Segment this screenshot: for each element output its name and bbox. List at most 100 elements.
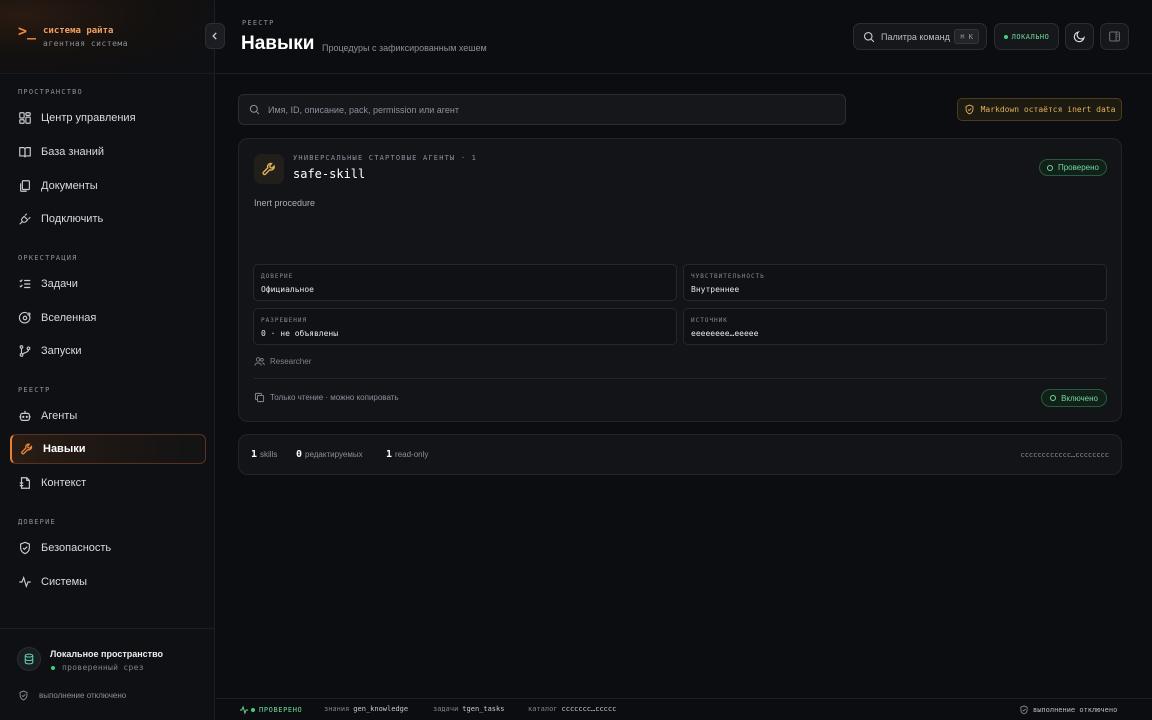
card-divider	[254, 378, 1106, 379]
wrench-icon	[254, 154, 284, 184]
sidebar-item-label: Документы	[41, 180, 98, 192]
sidebar-item-label: Центр управления	[41, 112, 136, 124]
mode-badge[interactable]: ЛОКАЛЬНО	[994, 23, 1059, 50]
skills-summary: 1 skills 0 редактируемых 1 read-only cccccc…	[238, 434, 1122, 475]
sidebar-item-connect[interactable]: Подключить	[10, 204, 206, 234]
access-mode: Только чтение · можно копировать	[254, 392, 399, 403]
meta-permissions: РАЗРЕШЕНИЯ 0 · не объявлены	[253, 308, 677, 345]
sidebar-item-skills[interactable]: Навыки	[10, 434, 206, 464]
sidebar-item-tasks[interactable]: Задачи	[10, 269, 206, 299]
sidebar-item-control-center[interactable]: Центр управления	[10, 103, 206, 133]
footer-value: tgen_tasks	[462, 705, 505, 713]
panel-toggle-button[interactable]	[1100, 23, 1129, 50]
verified-text: Проверено	[1057, 163, 1099, 172]
brand[interactable]: >_ система райта агентная система	[0, 0, 214, 74]
copy-icon	[254, 392, 265, 403]
sidebar-item-documents[interactable]: Документы	[10, 171, 206, 201]
enabled-text: Включено	[1061, 393, 1098, 403]
search-icon	[863, 31, 875, 42]
status-ring-icon	[1046, 164, 1053, 171]
workspace-panel[interactable]: Локальное пространство проверенный срез …	[0, 628, 214, 720]
section-label-registry: РЕЕСТР	[18, 386, 51, 394]
workspace-title: Локальное пространство	[50, 649, 164, 659]
book-icon	[19, 147, 31, 158]
enabled-toggle[interactable]: Включено	[1041, 389, 1107, 407]
footer-execution: выполнение отключено	[1019, 705, 1117, 715]
stat-value: 1	[251, 449, 258, 460]
meta-key: ИСТОЧНИК	[691, 317, 728, 324]
sidebar-item-security[interactable]: Безопасность	[10, 533, 206, 563]
shield-check-icon	[1020, 705, 1028, 715]
footer-execution-text: выполнение отключено	[1033, 706, 1118, 714]
footer-value: gen_knowledge	[353, 705, 409, 713]
search-input[interactable]	[268, 104, 828, 115]
database-icon	[17, 647, 41, 671]
footer-knowledge: знания gen_knowledge	[324, 705, 408, 713]
stat-editable: 0 редактируемых	[296, 449, 363, 460]
plug-icon	[19, 213, 31, 225]
sidebar-item-label: Системы	[41, 576, 88, 588]
dashboard-icon	[19, 112, 31, 124]
skill-name[interactable]: safe-skill	[293, 167, 365, 181]
sidebar: >_ система райта агентная система ПРОСТР…	[0, 0, 215, 720]
sidebar-item-label: Навыки	[43, 443, 86, 455]
search-icon	[249, 104, 260, 115]
activity-icon	[19, 575, 31, 589]
stat-skills: 1 skills	[251, 449, 277, 460]
meta-sensitivity: ЧУВСТВИТЕЛЬНОСТЬ Внутреннее	[683, 264, 1107, 301]
branch-icon	[19, 345, 31, 357]
footer-value: ccccccc…ccccc	[561, 705, 617, 713]
footer-label: знания	[324, 705, 350, 713]
meta-value: eeeeeeee…eeeee	[691, 329, 759, 338]
moon-icon	[1073, 31, 1085, 43]
sidebar-item-agents[interactable]: Агенты	[10, 401, 206, 431]
execution-status: выполнение отключено	[18, 690, 126, 701]
section-label-workspace: ПРОСТРАНСТВО	[18, 88, 83, 96]
brand-subtitle: агентная система	[43, 39, 129, 48]
collapse-sidebar-button[interactable]	[205, 23, 225, 49]
breadcrumb: РЕЕСТР	[242, 19, 275, 27]
meta-value: Официальное	[261, 285, 314, 294]
meta-value: Внутреннее	[691, 285, 740, 294]
status-dot	[1003, 34, 1008, 39]
sidebar-item-label: Подключить	[41, 213, 104, 225]
sidebar-item-systems[interactable]: Системы	[10, 567, 206, 597]
sidebar-item-label: Контекст	[41, 477, 87, 489]
sidebar-item-knowledge-base[interactable]: База знаний	[10, 137, 206, 167]
documents-icon	[20, 180, 30, 192]
sidebar-item-context[interactable]: Контекст	[10, 468, 206, 498]
status-ring-icon	[1050, 395, 1057, 401]
status-bar: ПРОВЕРЕНО знания gen_knowledge задачи tg…	[216, 698, 1152, 720]
shield-check-icon	[19, 690, 28, 701]
skill-role: Researcher	[254, 356, 311, 367]
file-context-icon	[19, 477, 30, 489]
skill-card[interactable]: УНИВЕРСАЛЬНЫЕ СТАРТОВЫЕ АГЕНТЫ · 1 safe-…	[238, 138, 1122, 422]
chevron-left-icon	[212, 32, 217, 40]
sidebar-item-label: Агенты	[41, 410, 78, 422]
brand-name: система райта	[43, 26, 114, 36]
skill-role-text: Researcher	[270, 357, 312, 366]
shield-check-icon	[20, 541, 30, 555]
meta-key: РАЗРЕШЕНИЯ	[261, 317, 308, 324]
bot-icon	[19, 410, 31, 421]
catalog-hash: cccccccccccc…cccccccc	[1020, 451, 1109, 459]
wrench-icon	[21, 443, 33, 455]
stat-label: редактируемых	[305, 450, 363, 459]
meta-source: ИСТОЧНИК eeeeeeee…eeeee	[683, 308, 1107, 345]
status-dot	[51, 665, 55, 670]
sidebar-item-label: Запуски	[41, 345, 82, 357]
inert-data-note: Markdown остаётся inert data	[957, 98, 1122, 121]
status-dot	[251, 708, 255, 712]
skill-pack-label: УНИВЕРСАЛЬНЫЕ СТАРТОВЫЕ АГЕНТЫ · 1	[293, 154, 478, 162]
activity-icon	[239, 705, 249, 715]
command-palette-button[interactable]: Палитра команд ⌘ K	[853, 23, 987, 50]
skills-search[interactable]	[238, 94, 846, 125]
sidebar-item-runs[interactable]: Запуски	[10, 336, 206, 366]
page-title: Навыки	[241, 33, 315, 54]
shortcut-hint: ⌘ K	[954, 29, 979, 44]
theme-toggle-button[interactable]	[1065, 23, 1094, 50]
page-subtitle: Процедуры с зафиксированным хешем	[322, 43, 487, 53]
footer-verified: ПРОВЕРЕНО	[239, 705, 302, 715]
sidebar-item-universe[interactable]: Вселенная	[10, 303, 206, 333]
stat-value: 0	[296, 449, 303, 460]
